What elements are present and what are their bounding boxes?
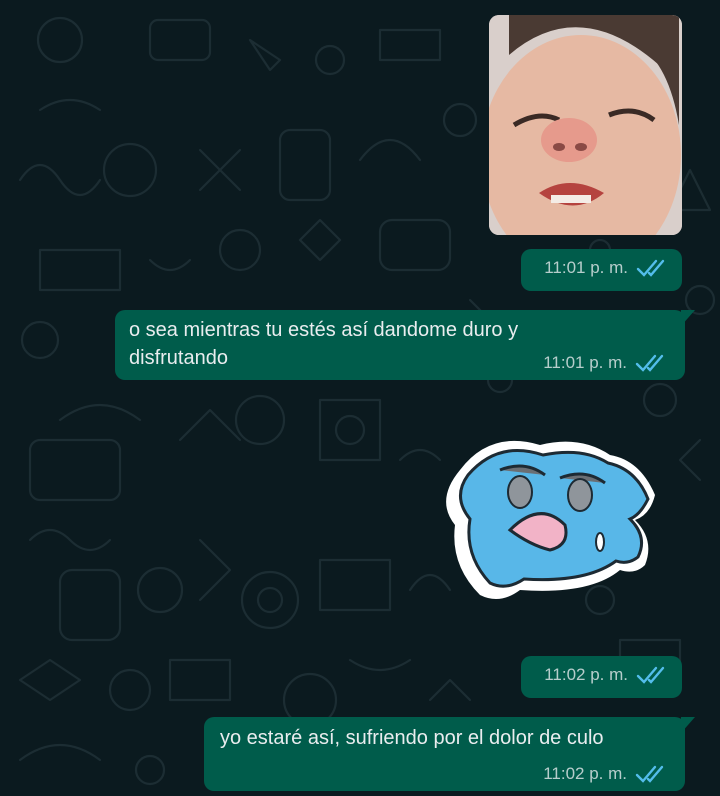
bubble-tail <box>681 310 695 326</box>
message-time: 11:01 p. m. <box>544 258 628 277</box>
read-ticks-icon <box>636 259 665 277</box>
read-ticks-icon <box>636 666 665 684</box>
child-face-photo <box>489 15 682 235</box>
message-time: 11:02 p. m. <box>543 764 627 783</box>
message-4[interactable]: yo estaré así, sufriendo por el dolor de… <box>204 717 695 791</box>
message-time: 11:02 p. m. <box>544 665 628 684</box>
message-photo[interactable] <box>489 15 682 235</box>
read-ticks-icon <box>635 765 664 783</box>
message-2[interactable]: o sea mientras tu estés así dandome duro… <box>115 310 695 380</box>
message-3-meta: 11:02 p. m. <box>521 656 682 698</box>
crying-blue-creature-sticker <box>446 440 655 599</box>
message-1-meta: 11:01 p. m. <box>521 249 682 291</box>
read-ticks-icon <box>635 354 664 372</box>
message-text: o sea mientras tu estés así dandome duro… <box>129 319 519 369</box>
message-sticker[interactable] <box>440 430 662 600</box>
message-text: yo estaré así, sufriendo por el dolor de… <box>220 727 604 749</box>
message-time: 11:01 p. m. <box>543 353 627 372</box>
bubble-tail <box>681 717 695 733</box>
